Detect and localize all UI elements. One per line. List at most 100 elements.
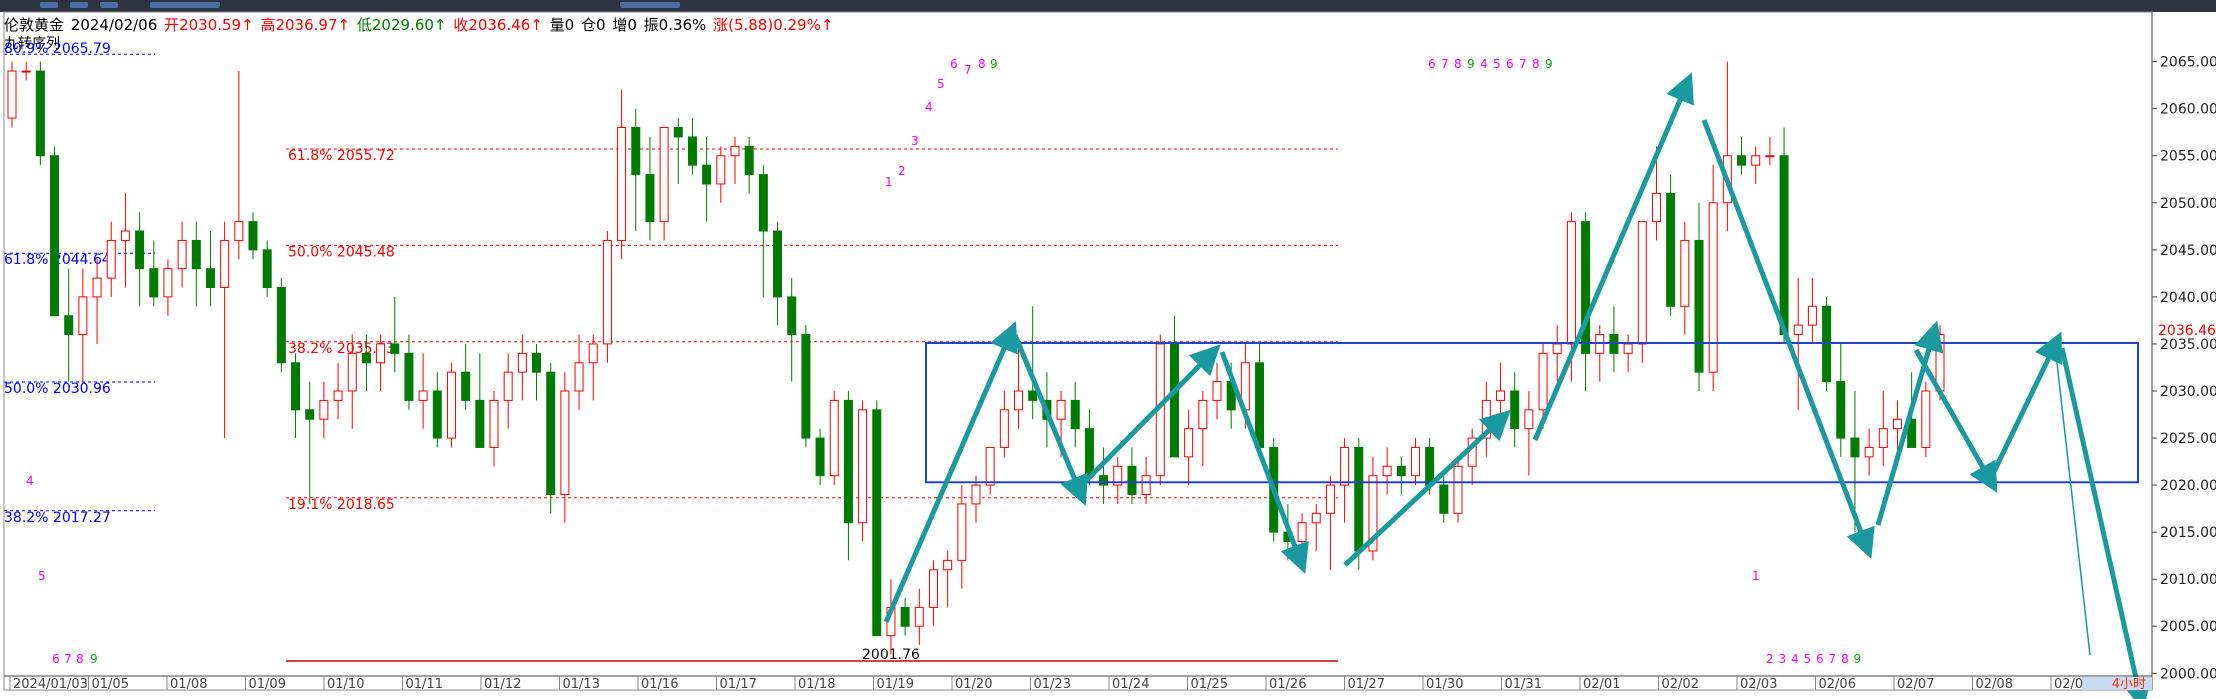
- y-tick-label: 2065.00: [2160, 55, 2216, 71]
- candle-body: [1737, 155, 1747, 166]
- candle-body: [787, 296, 797, 336]
- x-tick-label: 01/16: [641, 677, 678, 692]
- candle-body: [21, 70, 31, 73]
- candle-body: [1439, 484, 1449, 514]
- fib-label: 61.8% 2055.72: [288, 148, 395, 164]
- candle-body: [177, 239, 187, 270]
- y-tick-label: 2040.00: [2160, 290, 2216, 306]
- candle-body: [1651, 192, 1661, 223]
- candle-body: [106, 239, 116, 279]
- candle-body: [517, 352, 527, 373]
- sequence-number-bottom: 3: [1779, 652, 1787, 666]
- candle-body: [687, 136, 697, 166]
- candle-body: [1028, 390, 1038, 401]
- sequence-number-top: 8: [1532, 57, 1540, 71]
- sequence-number-top: 6: [1428, 57, 1436, 71]
- candle-body: [234, 221, 244, 241]
- sequence-number-bottom: 9: [1854, 652, 1862, 666]
- sequence-number: 6: [52, 652, 60, 666]
- fib-left-label: 80.9% 2065.79: [4, 41, 111, 57]
- candle-body: [1212, 381, 1222, 401]
- sequence-number-top: 4: [925, 100, 933, 114]
- sequence-number: 8: [76, 652, 84, 666]
- sequence-number-bottom: 5: [1804, 652, 1812, 666]
- sequence-number-top: 7: [1519, 57, 1527, 71]
- candle-body: [205, 268, 215, 288]
- candle-body: [7, 70, 17, 119]
- fib-label: 19.1% 2018.65: [288, 497, 395, 513]
- sequence-number-top: 2: [898, 164, 906, 178]
- candle-body: [1878, 428, 1888, 448]
- y-tick-label: 2035.00: [2160, 337, 2216, 353]
- x-tick-label: 01/26: [1269, 677, 1306, 692]
- candle-body: [1354, 446, 1364, 552]
- x-tick-label: 02/03: [1740, 677, 1777, 692]
- candle-body: [659, 127, 669, 223]
- candle-body: [78, 296, 88, 336]
- x-tick-label: 2024/01/03: [13, 677, 88, 692]
- candle-body: [1552, 343, 1562, 354]
- x-tick-label: 01/27: [1348, 677, 1385, 692]
- candle-body: [546, 371, 556, 496]
- candle-body: [673, 127, 683, 138]
- x-tick-label: 01/19: [877, 677, 914, 692]
- candle-body: [1425, 446, 1435, 486]
- candle-body: [574, 362, 584, 392]
- x-tick-label: 02/07: [1897, 677, 1934, 692]
- x-tick-label: 01/24: [1112, 677, 1149, 692]
- candle-body: [631, 127, 641, 176]
- fib-left-label: 50.0% 2030.96: [4, 381, 111, 397]
- candle-body: [1779, 155, 1789, 336]
- candle-body: [1410, 446, 1420, 477]
- candle-body: [1765, 155, 1775, 158]
- x-tick-label: 01/23: [1034, 677, 1071, 692]
- sequence-number: 1: [1752, 569, 1760, 583]
- candle-body: [135, 230, 145, 270]
- candle-body: [404, 352, 414, 401]
- sequence-number-top: 5: [1493, 57, 1501, 71]
- x-tick-label: 01/05: [92, 677, 129, 692]
- candle-body: [1099, 475, 1109, 486]
- x-tick-label: 01/11: [406, 677, 443, 692]
- x-tick-label: 01/30: [1426, 677, 1463, 692]
- candle-body: [1666, 192, 1676, 307]
- candle-body: [489, 399, 499, 448]
- candle-body: [971, 484, 981, 505]
- sequence-number: 7: [64, 652, 72, 666]
- candle-body: [1184, 428, 1194, 458]
- candle-body: [858, 409, 868, 524]
- x-tick-label: 02/08: [1976, 677, 2013, 692]
- candle-body: [1297, 522, 1307, 543]
- fib-left-label: 38.2% 2017.27: [4, 510, 111, 526]
- trend-arrow: [1343, 409, 1511, 567]
- candle-body: [999, 409, 1009, 448]
- sequence-number-bottom: 4: [1791, 652, 1799, 666]
- candle-body: [446, 371, 456, 439]
- sequence-number-top: 1: [885, 175, 893, 189]
- candle-body: [149, 268, 159, 298]
- sequence-number-top: 7: [1441, 57, 1449, 71]
- candle-body: [347, 352, 357, 392]
- x-tick-label: 02/02: [1662, 677, 1699, 692]
- fib-levels: 61.8% 2055.7250.0% 2045.4838.2% 2035.231…: [4, 41, 1338, 663]
- sequence-number-top: 6: [1506, 57, 1514, 71]
- candle-body: [843, 399, 853, 524]
- sequence-number-bottom: 7: [1829, 652, 1837, 666]
- sequence-number-top: 3: [911, 134, 919, 148]
- candle-body: [617, 127, 627, 241]
- y-tick-label: 2055.00: [2160, 149, 2216, 165]
- candle-body: [1637, 221, 1647, 345]
- sequence-number-bottom: 8: [1841, 652, 1849, 666]
- sequence-number: 9: [90, 652, 98, 666]
- y-tick-label: 2005.00: [2160, 619, 2216, 635]
- candle-body: [64, 315, 74, 336]
- candle-body: [872, 409, 882, 637]
- candle-body: [1496, 390, 1506, 401]
- candlestick-chart[interactable]: 61.8% 2055.7250.0% 2045.4838.2% 2035.231…: [0, 0, 2216, 699]
- candle-body: [914, 606, 924, 627]
- trend-arrow: [1532, 72, 1694, 441]
- candle-body: [702, 164, 712, 185]
- candle-body: [1311, 512, 1321, 524]
- candle-body: [376, 343, 386, 364]
- candle-body: [829, 399, 839, 477]
